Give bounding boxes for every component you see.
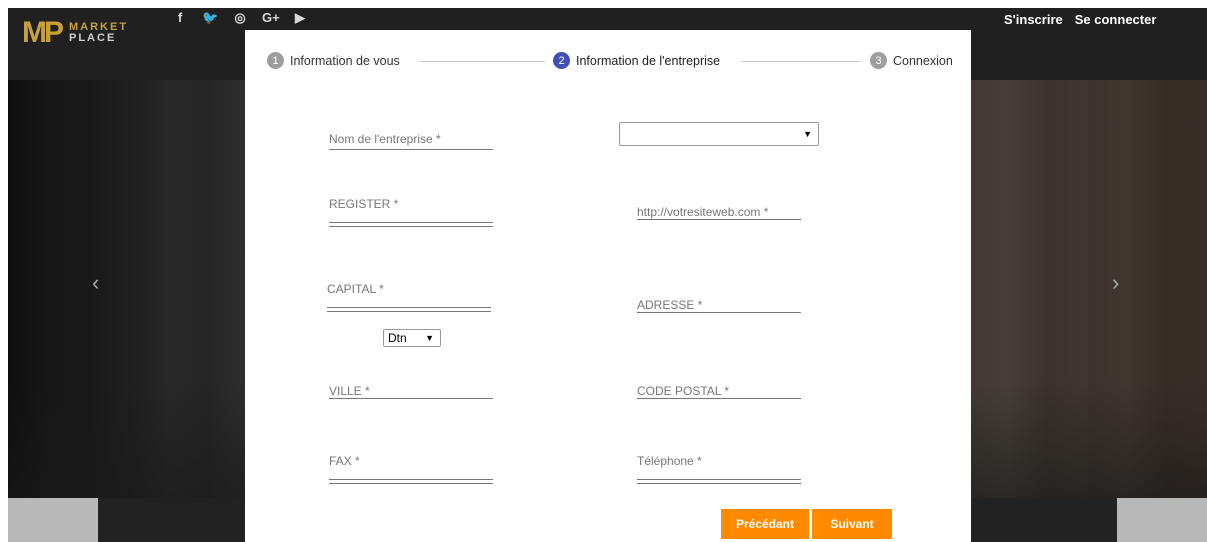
social-links: f 🐦 ◎ G+ ▶: [172, 10, 308, 26]
city-input[interactable]: VILLE *: [329, 382, 493, 402]
field-underline: [329, 226, 493, 227]
field-underline: [637, 398, 801, 399]
signup-link[interactable]: S'inscrire: [1004, 12, 1063, 27]
logo-mark: MP: [22, 16, 64, 49]
phone-placeholder: Téléphone *: [637, 454, 702, 468]
chevron-down-icon: ▼: [803, 129, 812, 139]
fax-input[interactable]: FAX *: [329, 452, 493, 472]
postal-code-placeholder: CODE POSTAL *: [637, 384, 730, 398]
field-underline: [327, 307, 491, 308]
postal-code-input[interactable]: CODE POSTAL *: [637, 382, 801, 402]
footer-left-strip: [8, 498, 98, 542]
next-button[interactable]: Suivant: [812, 509, 892, 539]
auth-links: S'inscrire Se connecter: [1004, 12, 1156, 27]
step-3-label: Connexion: [893, 53, 953, 68]
currency-value: Dtn: [388, 331, 407, 345]
stepper: 1 Information de vous 2 Information de l…: [267, 52, 957, 70]
step-2[interactable]: 2 Information de l'entreprise: [553, 52, 720, 69]
field-underline: [637, 483, 801, 484]
previous-button[interactable]: Précédant: [721, 509, 809, 539]
phone-input[interactable]: Téléphone *: [637, 452, 801, 472]
youtube-icon[interactable]: ▶: [292, 10, 308, 26]
field-underline: [327, 311, 491, 312]
field-underline: [637, 312, 801, 313]
currency-select[interactable]: Dtn ▼: [383, 329, 441, 347]
step-3[interactable]: 3 Connexion: [870, 52, 953, 69]
fax-placeholder: FAX *: [329, 454, 360, 468]
registration-modal: 1 Information de vous 2 Information de l…: [245, 30, 971, 542]
capital-input[interactable]: CAPITAL *: [327, 280, 491, 300]
field-underline: [329, 479, 493, 480]
carousel-next-icon[interactable]: ›: [1112, 270, 1119, 296]
step-1[interactable]: 1 Information de vous: [267, 52, 400, 69]
footer-right-strip: [1117, 498, 1207, 542]
twitter-icon[interactable]: 🐦: [202, 10, 218, 26]
field-underline: [329, 149, 493, 150]
chevron-down-icon: ▼: [425, 333, 434, 343]
address-input[interactable]: ADRESSE *: [637, 296, 801, 316]
city-placeholder: VILLE *: [329, 384, 370, 398]
instagram-icon[interactable]: ◎: [232, 10, 248, 26]
carousel-prev-icon[interactable]: ‹: [92, 270, 99, 296]
logo[interactable]: MP MARKET PLACE: [22, 18, 128, 48]
step-1-label: Information de vous: [290, 53, 400, 68]
register-input[interactable]: REGISTER *: [329, 195, 493, 215]
website-placeholder: http://votresiteweb.com *: [637, 205, 769, 219]
capital-placeholder: CAPITAL *: [327, 282, 384, 296]
field-underline: [637, 479, 801, 480]
login-link[interactable]: Se connecter: [1075, 12, 1157, 27]
logo-text: MARKET PLACE: [69, 22, 128, 44]
field-underline: [329, 483, 493, 484]
step-1-number: 1: [267, 52, 284, 69]
field-underline: [329, 398, 493, 399]
company-name-input[interactable]: Nom de l'entreprise *: [329, 130, 493, 150]
facebook-icon[interactable]: f: [172, 10, 188, 26]
field-underline: [637, 219, 801, 220]
address-placeholder: ADRESSE *: [637, 298, 703, 312]
step-divider: [419, 61, 545, 62]
website-input[interactable]: http://votresiteweb.com *: [637, 203, 801, 223]
step-divider: [741, 61, 861, 62]
company-name-placeholder: Nom de l'entreprise *: [329, 132, 441, 146]
logo-bottom-text: PLACE: [69, 32, 117, 44]
field-underline: [329, 222, 493, 223]
register-placeholder: REGISTER *: [329, 197, 399, 211]
company-type-select[interactable]: ▼: [619, 122, 819, 146]
step-2-number: 2: [553, 52, 570, 69]
google-plus-icon[interactable]: G+: [262, 10, 280, 26]
step-3-number: 3: [870, 52, 887, 69]
step-2-label: Information de l'entreprise: [576, 53, 721, 68]
page-background: ‹ › MP MARKET PLACE f 🐦 ◎ G+ ▶ S'inscrir…: [8, 8, 1207, 542]
